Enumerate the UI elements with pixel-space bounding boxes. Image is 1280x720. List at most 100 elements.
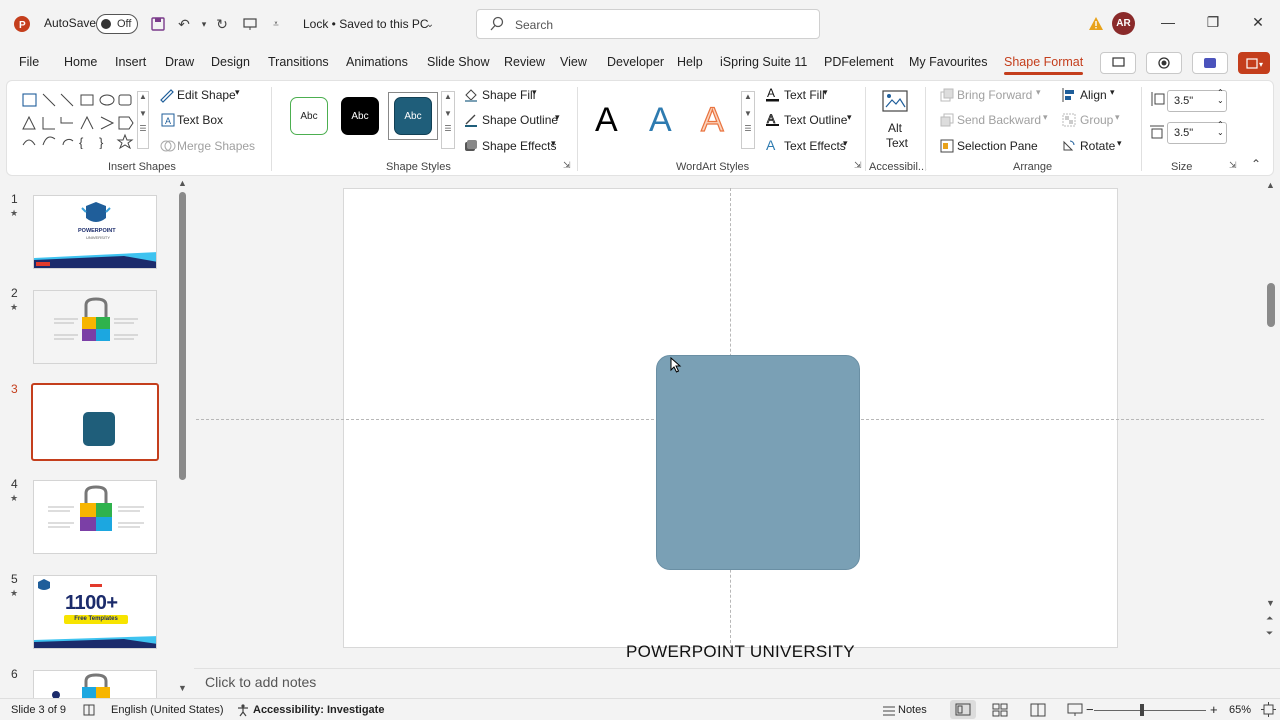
language-status[interactable]: English (United States) (111, 704, 224, 716)
close-icon[interactable]: ✕ (1248, 14, 1268, 34)
text-fill-dropdown-icon[interactable]: ▾ (823, 87, 828, 98)
text-outline-button[interactable]: Text Outline (784, 113, 847, 127)
edit-shape-dropdown-icon[interactable]: ▾ (235, 87, 240, 98)
shape-fill-button[interactable]: Shape Fill (482, 88, 535, 102)
next-slide-icon[interactable]: ⏷ (1266, 628, 1273, 639)
align-button[interactable]: Align (1080, 88, 1107, 102)
tab-ispring[interactable]: iSpring Suite 11 (720, 55, 807, 69)
slideshow-view-icon[interactable] (1067, 703, 1083, 717)
tab-view[interactable]: View (560, 55, 587, 69)
shape-style-teal[interactable]: Abc (394, 97, 432, 135)
autosave-toggle[interactable]: Off (96, 14, 138, 34)
align-dropdown-icon[interactable]: ▾ (1110, 87, 1115, 98)
tab-review[interactable]: Review (504, 55, 545, 69)
restore-icon[interactable]: ❐ (1203, 14, 1223, 34)
notes-pane[interactable]: Click to add notes (194, 668, 1280, 696)
canvas-scrollbar[interactable] (1267, 283, 1275, 327)
thumb-scroll-up-icon[interactable]: ▲ (178, 178, 187, 188)
shape-outline-dropdown-icon[interactable]: ▾ (555, 112, 560, 123)
send-backward-button[interactable]: Send Backward (957, 113, 1041, 127)
user-avatar[interactable]: AR (1112, 12, 1135, 35)
slide-thumbnail-4[interactable] (33, 480, 157, 554)
customize-toolbar-icon[interactable]: ⩡ (266, 14, 286, 34)
bring-forward-button[interactable]: Bring Forward (957, 88, 1032, 102)
redo-icon[interactable]: ↻ (212, 14, 232, 34)
merge-shapes-button[interactable]: Merge Shapes (177, 139, 255, 153)
size-launcher-icon[interactable]: ⇲ (1229, 160, 1237, 171)
notes-button[interactable]: Notes (898, 704, 927, 716)
slide-thumbnail-3[interactable] (31, 383, 159, 461)
thumb-scroll-down-icon[interactable]: ▼ (178, 683, 187, 693)
record-button[interactable] (1146, 52, 1182, 74)
search-box[interactable]: Search (476, 9, 820, 39)
slide-thumbnail-2[interactable] (33, 290, 157, 364)
slide-thumbnail-6[interactable] (33, 670, 157, 698)
teams-share-button[interactable] (1192, 52, 1228, 74)
slide-thumbnail-1[interactable]: POWERPOINT UNIVERSITY (33, 195, 157, 269)
width-spinner-icon[interactable]: ⌃ ⌄ (1217, 121, 1224, 137)
share-button[interactable]: ▾ (1238, 52, 1270, 74)
notes-placeholder[interactable]: Click to add notes (205, 674, 316, 690)
shapes-gallery-scroll[interactable]: ▲ ▼ ☰ (137, 91, 149, 149)
tab-design[interactable]: Design (211, 55, 250, 69)
send-backward-dropdown-icon[interactable]: ▾ (1043, 112, 1048, 123)
canvas-scroll-down-icon[interactable]: ▼ (1266, 598, 1275, 608)
comments-button[interactable] (1100, 52, 1136, 74)
tab-transitions[interactable]: Transitions (268, 55, 329, 69)
slide-sorter-icon[interactable] (992, 703, 1008, 717)
wordart-black-a[interactable]: A (595, 101, 618, 140)
undo-icon[interactable]: ↶ (174, 14, 194, 34)
zoom-level[interactable]: 65% (1229, 704, 1251, 716)
shape-style-black[interactable]: Abc (341, 97, 379, 135)
rounded-rectangle-shape[interactable] (656, 355, 860, 570)
undo-dropdown-icon[interactable]: ▾ (194, 14, 214, 34)
tab-my-favourites[interactable]: My Favourites (909, 55, 988, 69)
text-outline-dropdown-icon[interactable]: ▾ (847, 112, 852, 123)
title-dropdown-icon[interactable]: ⌄ (420, 14, 440, 34)
save-icon[interactable] (148, 14, 168, 34)
accessibility-status[interactable]: Accessibility: Investigate (253, 704, 384, 716)
wordart-blue-a[interactable]: A (649, 101, 672, 140)
shape-fill-dropdown-icon[interactable]: ▾ (532, 87, 537, 98)
warning-icon[interactable] (1086, 14, 1106, 34)
collapse-ribbon-icon[interactable]: ⌃ (1251, 157, 1261, 171)
tab-draw[interactable]: Draw (165, 55, 194, 69)
alt-text-line1[interactable]: Alt (888, 121, 902, 135)
slide-thumbnail-5[interactable]: 1100+ Free Templates (33, 575, 157, 649)
zoom-in-icon[interactable]: + (1210, 702, 1218, 717)
tab-pdfelement[interactable]: PDFelement (824, 55, 893, 69)
tab-animations[interactable]: Animations (346, 55, 408, 69)
minimize-icon[interactable]: — (1158, 14, 1178, 34)
group-button[interactable]: Group (1080, 113, 1113, 127)
alt-text-line2[interactable]: Text (886, 136, 908, 150)
shape-outline-button[interactable]: Shape Outline (482, 113, 558, 127)
tab-slide-show[interactable]: Slide Show (427, 55, 490, 69)
selection-pane-button[interactable]: Selection Pane (957, 139, 1038, 153)
text-fill-button[interactable]: Text Fill (784, 88, 825, 102)
tab-home[interactable]: Home (64, 55, 97, 69)
rotate-dropdown-icon[interactable]: ▾ (1117, 138, 1122, 149)
shape-effects-dropdown-icon[interactable]: ▾ (551, 138, 556, 149)
tab-shape-format[interactable]: Shape Format (1004, 55, 1084, 75)
edit-shape-button[interactable]: Edit Shape (177, 88, 236, 102)
tab-insert[interactable]: Insert (115, 55, 146, 69)
present-icon[interactable] (240, 14, 260, 34)
shapes-gallery[interactable]: { } (21, 91, 147, 149)
fit-to-window-icon[interactable] (1261, 702, 1276, 717)
wordart-launcher-icon[interactable]: ⇲ (854, 160, 862, 171)
tab-file[interactable]: File (19, 55, 39, 69)
shape-styles-launcher-icon[interactable]: ⇲ (563, 160, 571, 171)
text-effects-button[interactable]: Text Effects (784, 139, 846, 153)
zoom-slider-thumb[interactable] (1140, 704, 1144, 716)
text-box-button[interactable]: Text Box (177, 113, 223, 127)
wordart-scroll[interactable]: ▲ ▼ ☰ (741, 91, 755, 149)
group-dropdown-icon[interactable]: ▾ (1115, 112, 1120, 123)
rotate-button[interactable]: Rotate (1080, 139, 1115, 153)
tab-developer[interactable]: Developer (607, 55, 664, 69)
spell-check-icon[interactable] (82, 703, 96, 717)
wordart-orange-a[interactable]: A (700, 100, 724, 140)
shape-styles-scroll[interactable]: ▲ ▼ ☰ (441, 91, 455, 149)
bring-forward-dropdown-icon[interactable]: ▾ (1036, 87, 1041, 98)
slide-footer-text[interactable]: POWERPOINT UNIVERSITY (626, 642, 855, 662)
tab-help[interactable]: Help (677, 55, 703, 69)
